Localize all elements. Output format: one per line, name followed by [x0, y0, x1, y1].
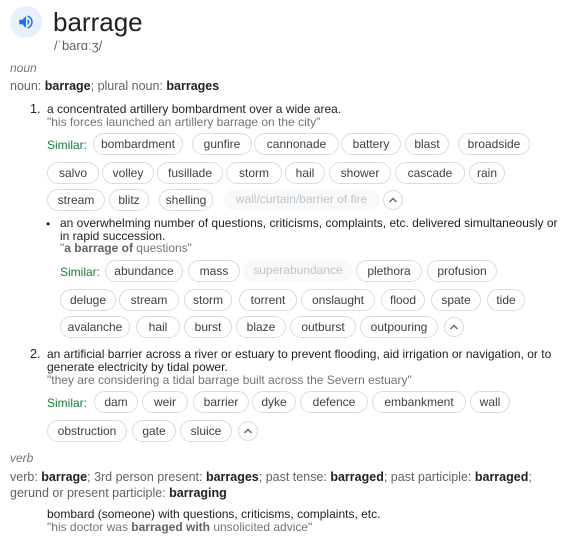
similar-chip[interactable]: blitz	[109, 189, 149, 211]
pos-noun: noun	[10, 61, 37, 75]
similar-chip[interactable]: embankment	[372, 391, 466, 413]
similar-chip[interactable]: outpouring	[360, 316, 438, 338]
pronunciation-button[interactable]	[10, 6, 42, 38]
verb-forms-b2: barrages	[205, 470, 259, 484]
sense-1b-similar-label: Similar:	[60, 265, 101, 279]
sense-1b-bullet: •	[46, 217, 51, 231]
similar-chip[interactable]: outburst	[290, 316, 356, 338]
similar-chip[interactable]: cascade	[395, 162, 465, 184]
sense-1-number: 1.	[30, 102, 41, 116]
similar-chip[interactable]: plethora	[356, 260, 422, 282]
verb-example-bold: barraged with	[131, 520, 210, 534]
sense-1b-collapse-button[interactable]	[444, 317, 464, 337]
similar-chip[interactable]: salvo	[47, 162, 99, 184]
similar-chip[interactable]: deluge	[60, 289, 116, 311]
similar-chip[interactable]: profusion	[427, 260, 497, 282]
similar-chip[interactable]: tide	[487, 289, 525, 311]
sense-1-similar-label: Similar:	[47, 138, 88, 152]
similar-chip[interactable]: obstruction	[47, 420, 127, 442]
sense-1-collapse-button[interactable]	[383, 190, 403, 210]
verb-forms-b4: barraged	[474, 470, 529, 484]
sense-1b-example-rest: questions"	[132, 241, 192, 255]
chevron-up-icon	[389, 197, 397, 203]
similar-chip[interactable]: gate	[132, 420, 176, 442]
verb-forms-p4: ; past participle:	[383, 470, 475, 484]
sense-2-example: "they are considering a tidal barrage bu…	[47, 373, 412, 387]
similar-chip[interactable]: dyke	[252, 391, 296, 413]
noun-forms-prefix: noun:	[10, 79, 45, 93]
phonetic: /ˈbarɑːʒ/	[54, 38, 103, 53]
verb-example: "his doctor was barraged with unsolicite…	[47, 521, 312, 534]
sense-2-definition: an artificial barrier across a river or …	[47, 347, 552, 374]
similar-chip[interactable]: hail	[285, 162, 325, 184]
similar-chip[interactable]: bombardment	[93, 133, 183, 155]
chevron-up-icon	[450, 324, 458, 330]
similar-chip[interactable]: cannonade	[254, 133, 339, 155]
similar-chip[interactable]: storm	[184, 289, 232, 311]
verb-forms-b3: barraged	[330, 470, 384, 484]
similar-chip[interactable]: hail	[136, 316, 180, 338]
similar-chip[interactable]: blaze	[236, 316, 286, 338]
verb-example-rest: unsolicited advice"	[209, 520, 313, 534]
chevron-up-icon	[244, 428, 252, 434]
verb-forms-b6: barraging	[169, 486, 227, 500]
sense-2-collapse-button[interactable]	[238, 421, 258, 441]
similar-chip[interactable]: dam	[94, 391, 138, 413]
similar-chip[interactable]: rain	[469, 162, 505, 184]
similar-chip[interactable]: volley	[102, 162, 154, 184]
similar-chip[interactable]: barrier	[193, 391, 249, 413]
verb-forms-p6: gerund or present participle:	[10, 486, 170, 500]
similar-chip[interactable]: fusillade	[157, 162, 223, 184]
pos-verb: verb	[10, 451, 34, 465]
sense-1b-example: "a barrage of questions"	[60, 242, 192, 255]
speaker-icon	[19, 15, 33, 29]
similar-chip[interactable]: wall	[470, 391, 510, 413]
similar-chip[interactable]: shelling	[159, 189, 213, 211]
similar-chip[interactable]: blast	[405, 133, 449, 155]
similar-chip[interactable]: broadside	[458, 133, 530, 155]
similar-chip[interactable]: onslaught	[301, 289, 375, 311]
similar-chip[interactable]: mass	[188, 260, 240, 282]
sense-1-example: "his forces launched an artillery barrag…	[47, 115, 321, 129]
verb-forms-p2: ; 3rd person present:	[87, 470, 206, 484]
verb-forms-p3: ; past tense:	[258, 470, 331, 484]
similar-chip[interactable]: defence	[300, 391, 368, 413]
sense-2-number: 2.	[30, 347, 41, 361]
verb-forms: verb: barrage; 3rd person present: barra…	[10, 469, 575, 485]
similar-chip[interactable]: abundance	[105, 260, 183, 282]
similar-chip[interactable]: avalanche	[60, 316, 130, 338]
sense-1b-definition: an overwhelming number of questions, cri…	[60, 216, 558, 243]
noun-forms-word: barrage	[44, 79, 91, 93]
similar-chip[interactable]: stream	[47, 189, 105, 211]
noun-forms-mid: ; plural noun:	[90, 79, 167, 93]
verb-example-open: "his doctor was	[47, 520, 132, 534]
similar-chip[interactable]: torrent	[239, 289, 297, 311]
verb-forms-line2: gerund or present participle: barraging	[10, 485, 227, 501]
similar-chip[interactable]: sluice	[180, 420, 232, 442]
similar-chip[interactable]: gunfire	[192, 133, 252, 155]
headword: barrage	[53, 7, 143, 37]
similar-chip: wall/curtain/barrier of fire	[224, 189, 379, 211]
similar-chip[interactable]: stream	[119, 289, 179, 311]
similar-chip[interactable]: shower	[329, 162, 391, 184]
verb-forms-p1: verb:	[10, 470, 42, 484]
verb-forms-p5: ;	[528, 470, 532, 484]
similar-chip[interactable]: burst	[184, 316, 232, 338]
similar-chip[interactable]: weir	[142, 391, 188, 413]
sense-1b-example-bold: a barrage of	[64, 241, 133, 255]
sense-2-similar-label: Similar:	[47, 396, 88, 410]
similar-chip[interactable]: storm	[226, 162, 282, 184]
verb-forms-b1: barrage	[41, 470, 88, 484]
noun-forms-plural: barrages	[166, 79, 220, 93]
similar-chip[interactable]: battery	[341, 133, 401, 155]
similar-chip[interactable]: spate	[431, 289, 481, 311]
similar-chip: superabundance	[243, 260, 353, 282]
noun-forms: noun: barrage; plural noun: barrages	[10, 78, 219, 94]
similar-chip[interactable]: flood	[381, 289, 425, 311]
